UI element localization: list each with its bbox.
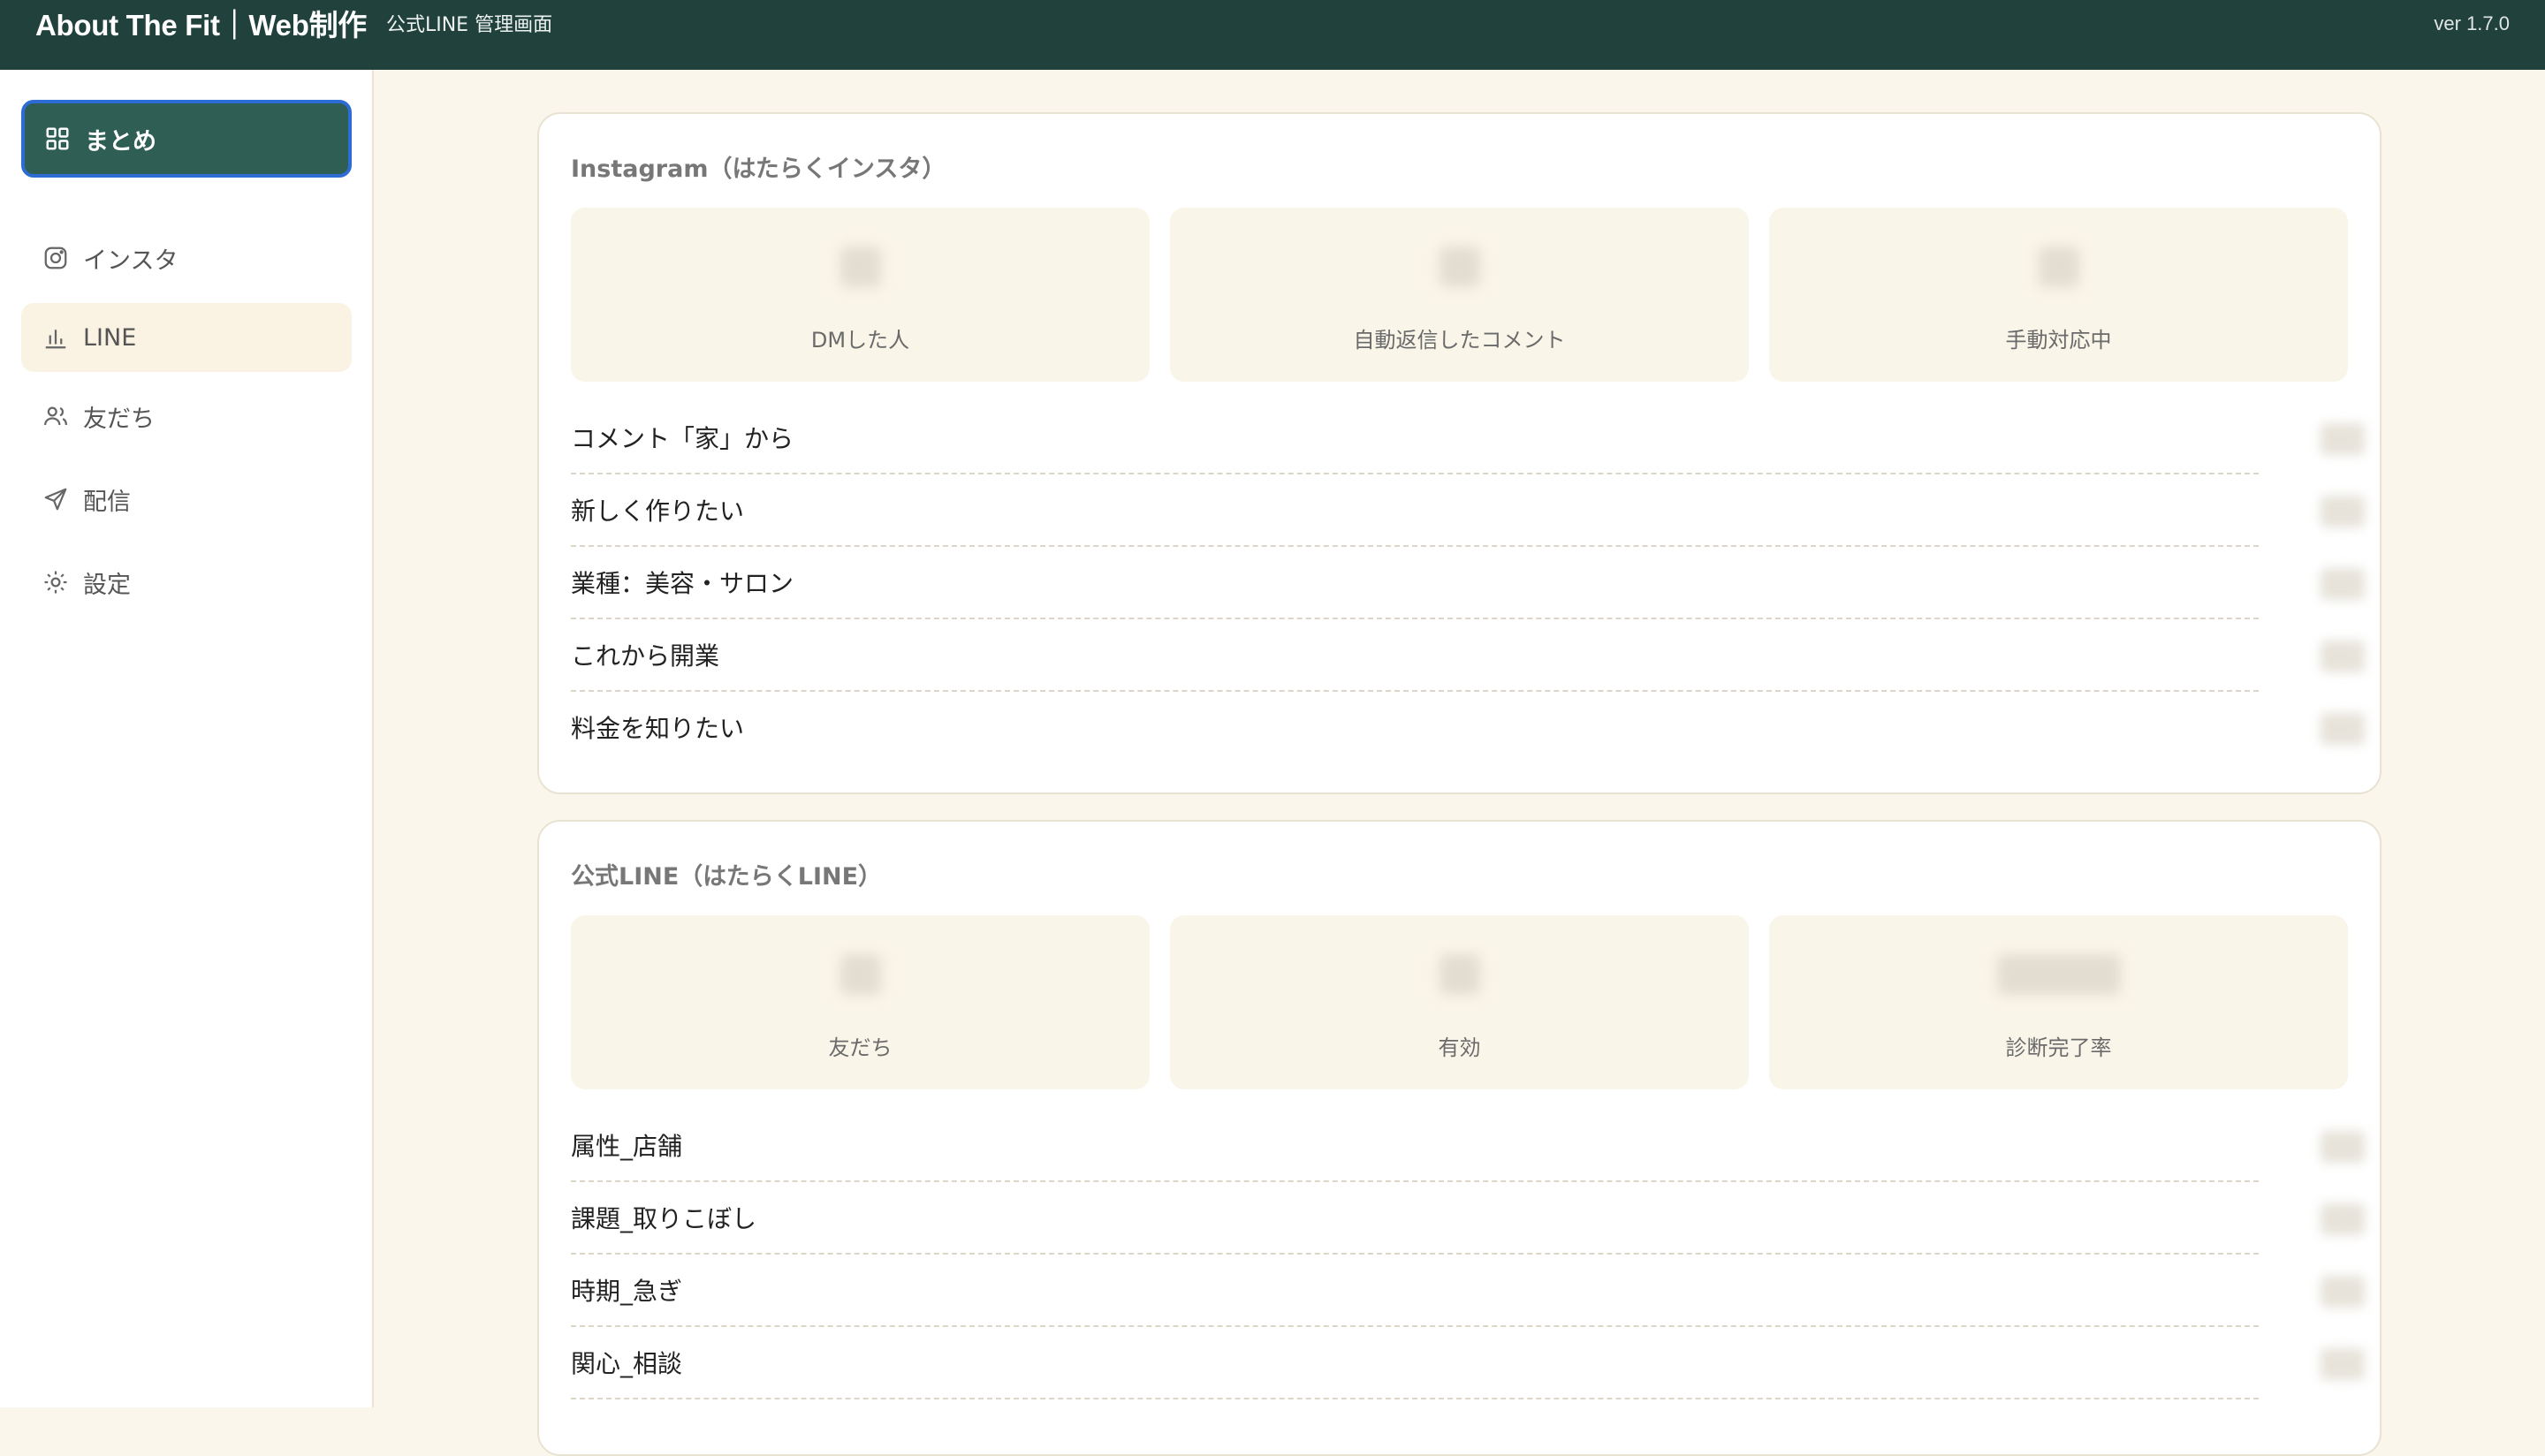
- row-label: これから開業: [571, 641, 720, 671]
- sidebar-item-settings[interactable]: 設定: [21, 548, 352, 617]
- sidebar-item-label: 設定: [83, 571, 131, 599]
- list-item: 関心_相談: [571, 1327, 2365, 1399]
- stat-value: [839, 954, 881, 995]
- row-value: [2321, 641, 2365, 672]
- row-label: 時期_急ぎ: [571, 1277, 683, 1306]
- sidebar-item-label: まとめ: [85, 127, 156, 155]
- stat-value: [1439, 246, 1480, 287]
- instagram-card: Instagram（はたらくインスタ） DMした人 自動返信したコメント 手動対…: [537, 112, 2382, 794]
- stat-value: [1439, 954, 1480, 995]
- sidebar-item-instagram[interactable]: インスタ: [21, 224, 352, 292]
- stat-manual: 手動対応中: [1769, 208, 2348, 382]
- sidebar-item-line[interactable]: LINE: [21, 303, 352, 372]
- row-value: [2321, 1348, 2365, 1380]
- gear-icon: [42, 569, 69, 595]
- stat-label: DMした人: [810, 328, 910, 353]
- row-label: 課題_取りこぼし: [571, 1204, 757, 1233]
- row-value: [2321, 713, 2365, 745]
- card-title: 公式LINE（はたらくLINE）: [571, 863, 883, 891]
- row-value: [2321, 1131, 2365, 1163]
- sidebar-item-broadcast[interactable]: 配信: [21, 465, 352, 534]
- sidebar: まとめ インスタ LINE 友だち 配信 設定: [0, 70, 374, 1407]
- list-item: 新しく作りたい: [571, 474, 2365, 547]
- brand-title: About The Fit｜Web制作: [35, 9, 367, 42]
- row-label: 料金を知りたい: [571, 714, 745, 743]
- sidebar-item-label: 配信: [83, 488, 131, 516]
- stat-label: 有効: [1438, 1035, 1481, 1060]
- row-value: [2321, 1203, 2365, 1235]
- stat-value: [839, 246, 881, 287]
- row-value: [2321, 496, 2365, 527]
- stat-value: [2038, 246, 2079, 287]
- card-title: Instagram（はたらくインスタ）: [571, 155, 946, 183]
- list-item: コメント「家」から: [571, 402, 2365, 474]
- stat-label: 診断完了率: [2005, 1035, 2112, 1060]
- brand-subtitle: 公式LINE 管理画面: [385, 14, 553, 36]
- row-value: [2321, 1276, 2365, 1308]
- sidebar-item-friends[interactable]: 友だち: [21, 382, 352, 451]
- row-value: [2321, 568, 2365, 600]
- stat-label: 自動返信したコメント: [1353, 328, 1566, 353]
- list-item: 業種：美容・サロン: [571, 547, 2365, 619]
- row-value: [2321, 423, 2365, 455]
- list-item: 課題_取りこぼし: [571, 1182, 2365, 1255]
- users-icon: [42, 403, 69, 429]
- sidebar-item-label: LINE: [83, 323, 137, 352]
- stat-friends: 友だち: [571, 915, 1150, 1089]
- stat-auto-reply: 自動返信したコメント: [1170, 208, 1749, 382]
- sidebar-item-label: インスタ: [83, 246, 179, 275]
- version-label: ver 1.7.0: [2434, 12, 2510, 34]
- list-item: これから開業: [571, 619, 2365, 692]
- sidebar-item-summary[interactable]: まとめ: [21, 100, 352, 178]
- sidebar-item-label: 友だち: [83, 405, 155, 433]
- row-label: 新しく作りたい: [571, 497, 745, 526]
- stat-dm: DMした人: [571, 208, 1150, 382]
- row-label: 関心_相談: [571, 1349, 683, 1378]
- line-card: 公式LINE（はたらくLINE） 友だち 有効 診断完了率 属性_店舗 課題_取…: [537, 820, 2382, 1456]
- stat-value: [1996, 954, 2121, 995]
- stat-label: 友だち: [828, 1035, 893, 1060]
- bar-chart-icon: [42, 324, 69, 351]
- stat-diagnosis-rate: 診断完了率: [1769, 915, 2348, 1089]
- app-header: About The Fit｜Web制作 公式LINE 管理画面 ver 1.7.…: [0, 0, 2545, 70]
- brand: About The Fit｜Web制作 公式LINE 管理画面: [35, 4, 552, 42]
- list-item: 時期_急ぎ: [571, 1255, 2365, 1327]
- list-item: 属性_店舗: [571, 1110, 2365, 1182]
- row-label: 業種：美容・サロン: [571, 569, 794, 598]
- row-label: 属性_店舗: [571, 1132, 683, 1161]
- list-item: 料金を知りたい: [571, 692, 2365, 764]
- send-icon: [42, 486, 69, 512]
- row-label: コメント「家」から: [571, 424, 794, 453]
- instagram-icon: [42, 245, 69, 271]
- stat-active: 有効: [1170, 915, 1749, 1089]
- grid-icon: [44, 125, 71, 152]
- stat-label: 手動対応中: [2005, 328, 2112, 353]
